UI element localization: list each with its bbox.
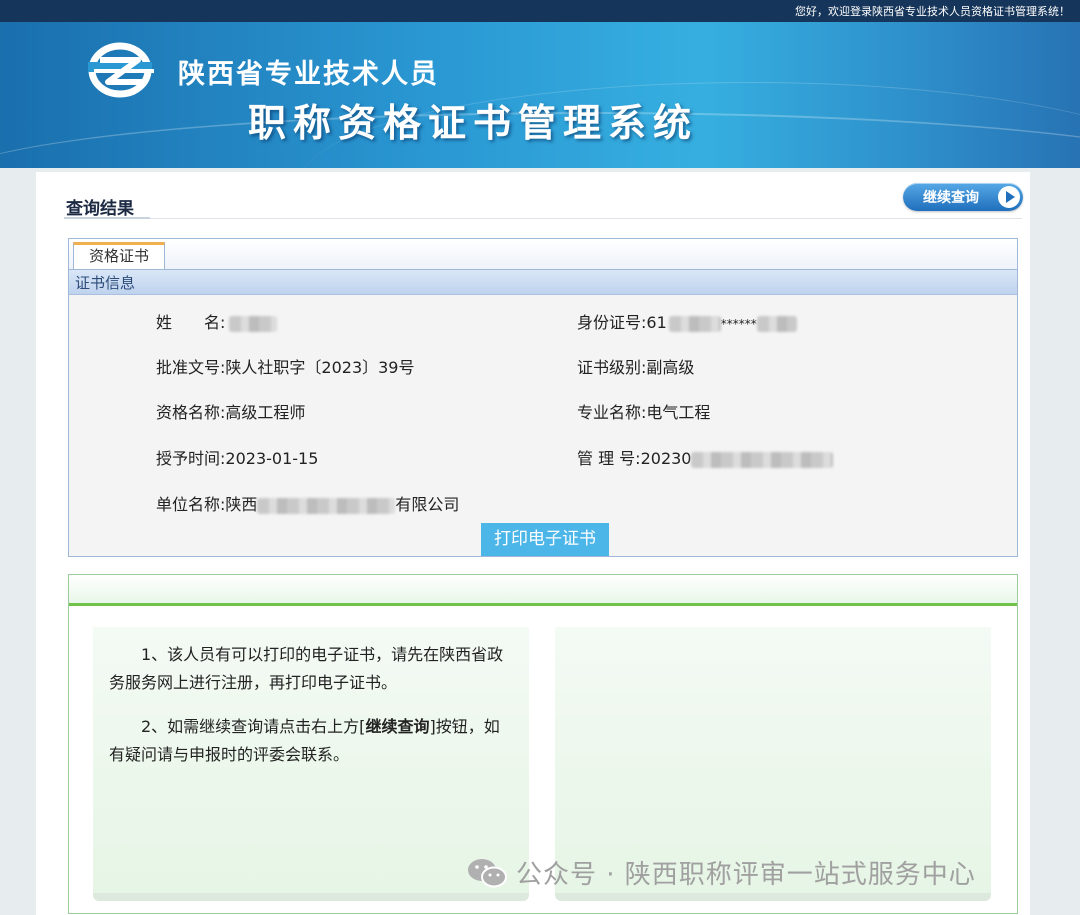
wechat-watermark: 公众号 · 陕西职称评审一站式服务中心 [466, 854, 976, 891]
tab-qualification-certificate[interactable]: 资格证书 [73, 242, 165, 269]
field-level: 证书级别:副高级 [577, 358, 695, 377]
redacted-unit [257, 497, 396, 514]
page-title: 查询结果 [66, 199, 134, 219]
play-arrow-icon [998, 186, 1020, 208]
header-title-line1: 陕西省专业技术人员 [178, 59, 439, 90]
notice-left-panel: 1、该人员有可以打印的电子证书，请先在陕西省政务服务网上进行注册，再打印电子证书… [93, 627, 529, 895]
redacted-id [756, 315, 797, 332]
field-approval: 批准文号:陕人社职字〔2023〕39号 [156, 358, 415, 377]
top-bar: 您好，欢迎登录陕西省专业技术人员资格证书管理系统！ [0, 0, 1080, 22]
notice-item-1: 1、该人员有可以打印的电子证书，请先在陕西省政务服务网上进行注册，再打印电子证书… [109, 645, 504, 692]
redacted-management-number [691, 451, 834, 468]
welcome-text: 您好，欢迎登录陕西省专业技术人员资格证书管理系统！ [795, 5, 1070, 18]
continue-query-label: 继续查询 [923, 190, 979, 206]
notice-item-2: 2、如需继续查询请点击右上方[继续查询]按钮，如有疑问请与申报时的评委会联系。 [109, 717, 500, 764]
certificate-section-header: 证书信息 [69, 270, 1017, 295]
wechat-icon [468, 858, 507, 887]
header-title-line2: 职称资格证书管理系统 [248, 100, 699, 145]
field-name: 姓 名: [156, 309, 278, 333]
print-certificate-button[interactable]: 打印电子证书 [481, 523, 609, 556]
field-grant-date: 授予时间:2023-01-15 [156, 449, 319, 468]
field-major: 专业名称:电气工程 [577, 403, 711, 422]
continue-query-button[interactable]: 继续查询 [903, 183, 1023, 211]
certificate-tabs: 资格证书 [69, 239, 1017, 270]
field-id-number: 身份证号:61 ****** [577, 309, 797, 333]
redacted-name [229, 315, 278, 332]
main-content: 查询结果 继续查询 资格证书 证书信息 姓 名: 批准文号:陕人社职字〔2023… [36, 172, 1030, 915]
field-management-number: 管 理 号:20230 [577, 445, 834, 469]
section-title: 证书信息 [75, 274, 136, 292]
watermark-text: 公众号 · 陕西职称评审一站式服务中心 [516, 860, 976, 890]
field-unit: 单位名称:陕西 有限公司 [156, 495, 460, 514]
field-qualification: 资格名称:高级工程师 [156, 403, 306, 422]
system-logo-icon [88, 42, 154, 98]
certificate-panel: 资格证书 证书信息 姓 名: 批准文号:陕人社职字〔2023〕39号 资格名称:… [68, 238, 1018, 557]
header-banner: 陕西省专业技术人员 职称资格证书管理系统 [0, 22, 1080, 168]
notice-text: 1、该人员有可以打印的电子证书，请先在陕西省政务服务网上进行注册，再打印电子证书… [109, 641, 509, 785]
